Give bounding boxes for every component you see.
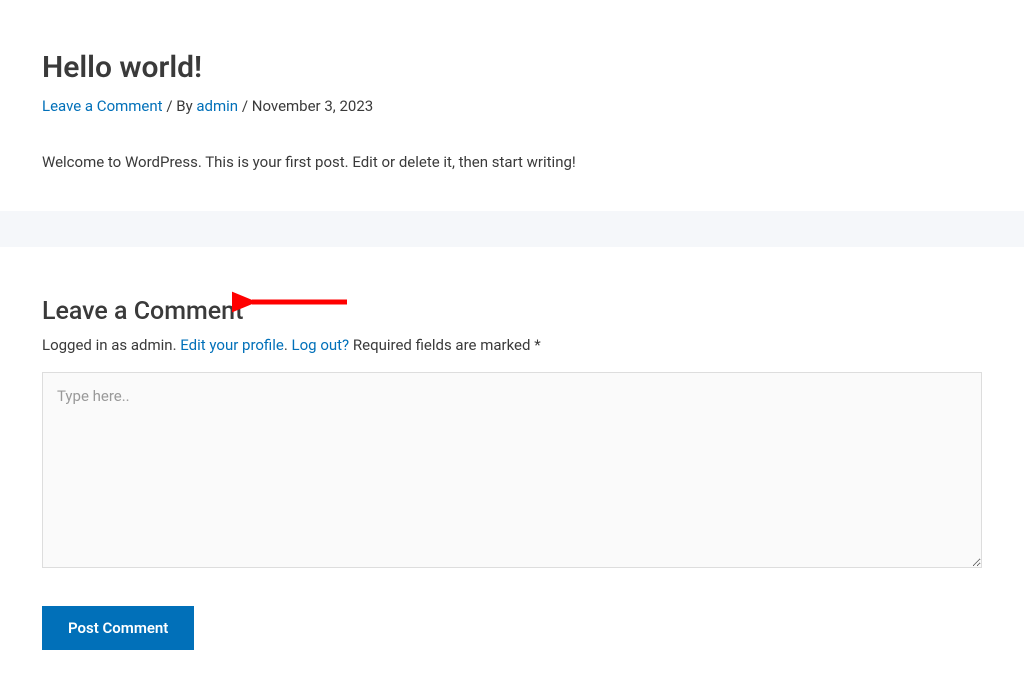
post-date: November 3, 2023 <box>252 97 373 115</box>
comment-section: Leave a Comment Logged in as admin. Edit… <box>0 247 1024 680</box>
section-separator <box>0 211 1024 247</box>
author-link[interactable]: admin <box>196 97 238 115</box>
comment-textarea[interactable] <box>42 372 982 568</box>
required-fields-text: Required fields are marked * <box>349 336 541 354</box>
edit-profile-link[interactable]: Edit your profile <box>180 336 284 354</box>
post-title: Hello world! <box>42 50 982 85</box>
meta-separator-by: / By <box>163 97 197 115</box>
logout-link[interactable]: Log out? <box>292 336 350 354</box>
post-meta: Leave a Comment / By admin / November 3,… <box>42 97 982 115</box>
post-content: Welcome to WordPress. This is your first… <box>42 153 982 171</box>
logged-in-as: Logged in as admin. Edit your profile. L… <box>42 336 982 354</box>
logged-in-prefix: Logged in as admin. <box>42 336 180 354</box>
meta-separator-date: / <box>238 97 252 115</box>
dot-separator: . <box>284 336 292 354</box>
post-section: Hello world! Leave a Comment / By admin … <box>0 0 1024 211</box>
leave-comment-link[interactable]: Leave a Comment <box>42 97 163 115</box>
post-comment-button[interactable]: Post Comment <box>42 606 194 650</box>
comment-heading: Leave a Comment <box>42 297 982 326</box>
